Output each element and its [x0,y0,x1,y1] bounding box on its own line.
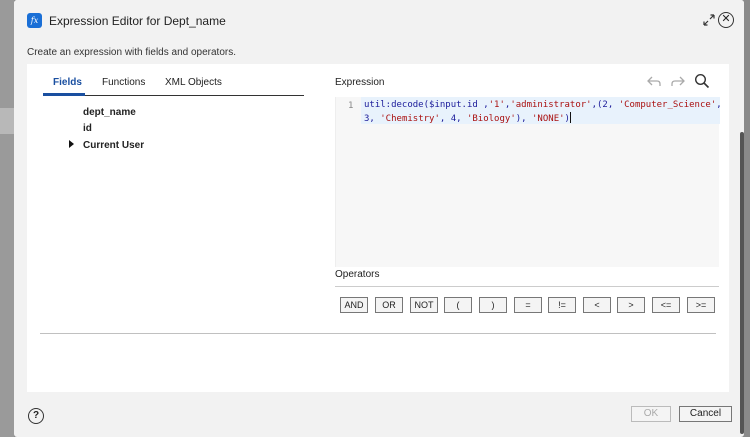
function-icon: fx [27,13,42,28]
operator-less-than-button[interactable]: < [583,297,611,313]
code-string: 'administrator' [510,100,592,110]
operator-equals-button[interactable]: = [514,297,542,313]
background-element [0,108,14,134]
vertical-scrollbar[interactable] [740,132,744,434]
code-string: 'Biology' [466,114,516,124]
operators-divider [335,286,719,287]
code-token: , [716,100,722,110]
code-token: 3, [364,114,381,124]
operator-less-equal-button[interactable]: <= [652,297,680,313]
help-icon[interactable]: ? [28,408,44,424]
dialog-title: Expression Editor for Dept_name [49,14,226,28]
code-token: util:decode($input.id , [364,100,489,110]
operators-label: Operators [335,269,380,280]
background-page [0,0,14,437]
ok-button[interactable]: OK [631,406,671,422]
code-active-line[interactable]: util:decode($input.id ,'1', 'administrato… [361,97,722,124]
tab-fields[interactable]: Fields [53,77,82,88]
text-cursor [569,112,571,123]
undo-icon[interactable] [646,73,662,89]
section-divider [40,333,716,334]
dialog-titlebar: fx Expression Editor for Dept_name ✕ [14,0,744,40]
code-string: 'Computer_Science' [618,100,717,110]
expression-label: Expression [335,77,385,88]
line-number: 1 [348,101,354,111]
code-token: ), [515,114,533,124]
tab-functions[interactable]: Functions [102,77,145,88]
tab-bar: Fields Functions XML Objects [43,74,304,96]
search-icon[interactable] [694,73,710,89]
code-string: 'Chemistry' [380,114,440,124]
expression-editor-dialog: fx Expression Editor for Dept_name ✕ Cre… [14,0,744,437]
code-line-2: 3, 'Chemistry', 4, 'Biology'), 'NONE') [364,112,571,124]
code-token: , 4, [439,114,467,124]
operator-greater-than-button[interactable]: > [617,297,645,313]
cancel-button[interactable]: Cancel [679,406,732,422]
operator-and-button[interactable]: AND [340,297,368,313]
field-current-user[interactable]: Current User [83,140,144,151]
operator-not-equals-button[interactable]: != [548,297,576,313]
operator-open-paren-button[interactable]: ( [444,297,472,313]
code-token: ,(2, [591,100,619,110]
redo-icon[interactable] [670,73,686,89]
operator-close-paren-button[interactable]: ) [479,297,507,313]
code-string: '1' [488,100,505,110]
expand-icon[interactable] [702,13,716,27]
active-tab-indicator [43,93,85,96]
expand-caret-icon[interactable] [69,140,74,148]
operator-greater-equal-button[interactable]: >= [687,297,715,313]
tab-xml-objects[interactable]: XML Objects [165,77,222,88]
operator-not-button[interactable]: NOT [410,297,438,313]
field-id[interactable]: id [83,123,92,134]
line-gutter: 1 [336,97,361,267]
close-icon[interactable]: ✕ [718,12,734,28]
code-string: 'NONE' [532,114,565,124]
field-dept-name[interactable]: dept_name [83,107,136,118]
editor-content: Fields Functions XML Objects dept_name i… [27,64,744,434]
expression-editor[interactable]: 1 util:decode($input.id ,'1', 'administra… [335,97,722,267]
dialog-subtitle: Create an expression with fields and ope… [27,47,237,58]
code-line-1: util:decode($input.id ,'1', 'administrato… [364,100,722,110]
operator-or-button[interactable]: OR [375,297,403,313]
